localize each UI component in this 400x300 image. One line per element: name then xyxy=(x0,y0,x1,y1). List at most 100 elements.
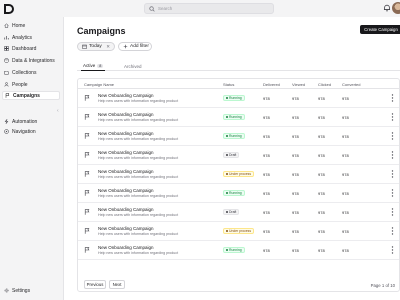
sidebar-item-home[interactable]: Home xyxy=(2,21,60,30)
more-options-icon[interactable] xyxy=(391,170,394,178)
more-options-icon[interactable] xyxy=(391,208,394,216)
table-row[interactable]: New Onboarding Campaign Help new users wi… xyxy=(78,241,399,260)
campaign-name: New Onboarding Campaign xyxy=(98,245,154,250)
table-row[interactable]: New Onboarding Campaign Help new users wi… xyxy=(78,146,399,165)
column-header-clicked[interactable]: Clicked xyxy=(318,82,331,87)
cell-clicked: 978 xyxy=(318,115,325,120)
previous-page-button[interactable]: Previous xyxy=(84,280,106,289)
collapse-sidebar-icon[interactable]: ‹ xyxy=(57,108,59,114)
flag-icon xyxy=(5,93,10,98)
sidebar-item-analytics[interactable]: Analytics xyxy=(2,33,60,42)
more-options-icon[interactable] xyxy=(391,151,394,159)
cell-clicked: 978 xyxy=(318,172,325,177)
cell-converted: 978 xyxy=(342,210,349,215)
cell-converted: 978 xyxy=(342,248,349,253)
status-label: Running xyxy=(229,115,242,119)
date-filter-label: Today xyxy=(89,44,102,49)
cell-viewed: 978 xyxy=(292,210,299,215)
more-options-icon[interactable] xyxy=(391,227,394,235)
cell-delivered: 978 xyxy=(263,172,270,177)
sidebar-item-campaigns[interactable]: Campaigns xyxy=(2,91,60,100)
next-page-button[interactable]: Next xyxy=(109,280,125,289)
close-icon[interactable]: ✕ xyxy=(106,44,110,50)
database-icon xyxy=(4,58,9,63)
more-options-icon[interactable] xyxy=(391,94,394,102)
campaign-description: Help new users with information regardin… xyxy=(98,156,179,160)
sidebar-item-collections[interactable]: Collections xyxy=(2,68,60,77)
campaign-name: New Onboarding Campaign xyxy=(98,150,154,155)
campaign-name: New Onboarding Campaign xyxy=(98,169,154,174)
flag-icon xyxy=(84,228,90,234)
flag-icon xyxy=(84,190,90,196)
column-header-converted[interactable]: Converted xyxy=(342,82,360,87)
flag-icon xyxy=(84,209,90,215)
sidebar-item-automation[interactable]: Automation xyxy=(2,117,60,126)
column-header-status[interactable]: Status xyxy=(223,82,234,87)
cell-delivered: 978 xyxy=(263,96,270,101)
table-row[interactable]: New Onboarding Campaign Help new users wi… xyxy=(78,184,399,203)
column-header-viewed[interactable]: Viewed xyxy=(292,82,305,87)
column-header-delivered[interactable]: Delivered xyxy=(263,82,280,87)
add-filter-button[interactable]: Add filter xyxy=(118,42,152,51)
table-row[interactable]: New Onboarding Campaign Help new users wi… xyxy=(78,89,399,108)
status-badge: Under process xyxy=(223,171,255,177)
campaign-description: Help new users with information regardin… xyxy=(98,232,179,236)
logo-icon xyxy=(4,4,14,14)
cell-viewed: 978 xyxy=(292,248,299,253)
table-row[interactable]: New Onboarding Campaign Help new users wi… xyxy=(78,165,399,184)
avatar[interactable] xyxy=(392,2,400,14)
cell-clicked: 978 xyxy=(318,153,325,158)
cell-delivered: 978 xyxy=(263,248,270,253)
cell-delivered: 978 xyxy=(263,210,270,215)
status-label: Under process xyxy=(229,229,252,233)
sidebar-item-dashboard[interactable]: Dashboard xyxy=(2,44,60,53)
bell-icon[interactable] xyxy=(383,4,391,12)
chart-icon xyxy=(4,36,9,40)
table-row[interactable]: New Onboarding Campaign Help new users wi… xyxy=(78,108,399,127)
more-options-icon[interactable] xyxy=(391,189,394,197)
status-dot xyxy=(226,211,228,213)
more-options-icon[interactable] xyxy=(391,113,394,121)
sidebar-item-label: Settings xyxy=(12,287,31,294)
search-input[interactable]: Search xyxy=(144,3,274,14)
sidebar-item-label: Collections xyxy=(12,69,37,76)
pagination: Previous Next Page 1 of 10 xyxy=(78,279,399,291)
tab-archived[interactable]: Archived xyxy=(124,61,142,71)
cell-converted: 978 xyxy=(342,96,349,101)
status-label: Running xyxy=(229,248,242,252)
sidebar-item-data-integrations[interactable]: Data & Integrations xyxy=(2,56,60,65)
search-icon xyxy=(149,5,155,12)
table-row[interactable]: New Onboarding Campaign Help new users wi… xyxy=(78,222,399,241)
sidebar-item-label: Data & Integrations xyxy=(12,57,55,64)
flag-icon xyxy=(84,247,90,253)
sidebar-item-settings[interactable]: Settings xyxy=(2,286,60,295)
search-placeholder: Search xyxy=(158,6,173,11)
table-header: Campaign Name Status Delivered Viewed Cl… xyxy=(78,79,399,89)
more-options-icon[interactable] xyxy=(391,246,394,254)
table-row[interactable]: New Onboarding Campaign Help new users wi… xyxy=(78,127,399,146)
status-label: Draft xyxy=(229,210,237,214)
cell-clicked: 978 xyxy=(318,96,325,101)
tab-active[interactable]: Active 8 xyxy=(81,61,106,71)
sidebar-item-navigation[interactable]: Navigation xyxy=(2,127,60,136)
folder-icon xyxy=(4,71,9,75)
flag-icon xyxy=(84,95,90,101)
cell-viewed: 978 xyxy=(292,96,299,101)
cell-clicked: 978 xyxy=(318,191,325,196)
column-header-name[interactable]: Campaign Name xyxy=(84,82,114,87)
calendar-icon xyxy=(82,44,87,49)
more-options-icon[interactable] xyxy=(391,132,394,140)
status-label: Draft xyxy=(229,153,237,157)
sidebar-item-people[interactable]: People xyxy=(2,80,60,89)
tab-count-badge: 8 xyxy=(97,63,104,68)
sidebar-item-label: Dashboard xyxy=(12,45,37,52)
cell-delivered: 978 xyxy=(263,115,270,120)
cell-delivered: 978 xyxy=(263,229,270,234)
cell-delivered: 978 xyxy=(263,191,270,196)
cell-converted: 978 xyxy=(342,134,349,139)
status-label: Running xyxy=(229,134,242,138)
table-row[interactable]: New Onboarding Campaign Help new users wi… xyxy=(78,203,399,222)
date-filter-chip[interactable]: Today ✕ xyxy=(77,42,115,51)
cell-clicked: 978 xyxy=(318,229,325,234)
create-campaign-button[interactable]: Create Campaign xyxy=(360,25,400,34)
